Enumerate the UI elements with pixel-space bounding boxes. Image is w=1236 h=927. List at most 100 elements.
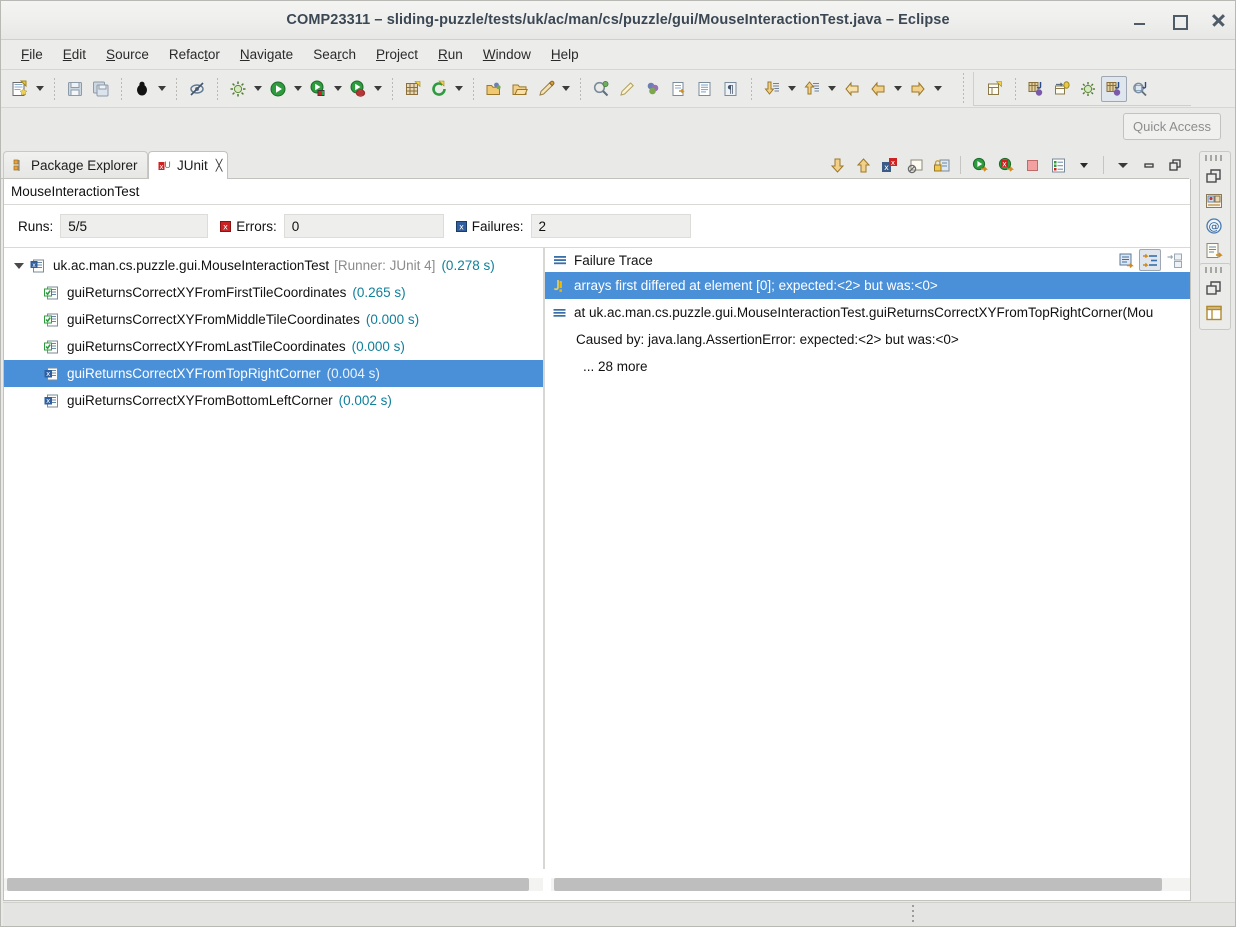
at-sign-icon[interactable]: @ [1205, 217, 1225, 237]
right-scroll-thumb[interactable] [554, 878, 1162, 891]
java-type-hierarchy-icon[interactable] [1127, 76, 1153, 102]
new-java-project-icon[interactable] [982, 76, 1008, 102]
show-whitespace-icon[interactable] [692, 76, 718, 102]
toggle-breakpoint-icon[interactable] [184, 76, 210, 102]
search-icon[interactable] [588, 76, 614, 102]
refresh-icon[interactable] [426, 76, 452, 102]
tab-close-icon[interactable]: ╳ [216, 159, 223, 172]
new-wizard-icon[interactable] [7, 76, 33, 102]
copy-trace-icon[interactable] [1115, 249, 1137, 271]
menu-run[interactable]: Run [428, 44, 473, 65]
previous-failure-icon[interactable] [851, 153, 875, 177]
back-icon[interactable] [865, 76, 891, 102]
debug-last-icon[interactable] [129, 76, 155, 102]
debug-perspective-icon[interactable] [1075, 76, 1101, 102]
tab-package-explorer[interactable]: Package Explorer [3, 151, 148, 179]
failure-trace-pane[interactable]: Failure Trace arrays first differed at e… [545, 247, 1190, 869]
open-task-icon[interactable] [507, 76, 533, 102]
view-menu-icon[interactable] [1111, 153, 1135, 177]
new-wizard-dropdown-icon[interactable] [33, 76, 47, 102]
debug-dropdown-icon[interactable] [155, 76, 169, 102]
fastview-drag-handle[interactable] [1205, 155, 1225, 161]
save-icon[interactable] [62, 76, 88, 102]
run-last-tool-icon[interactable] [305, 76, 331, 102]
rerun-test-icon[interactable] [968, 153, 992, 177]
status-bar-grip[interactable] [912, 905, 914, 923]
right-pane-hscrollbar[interactable] [551, 878, 1190, 891]
previous-annotation-icon[interactable] [799, 76, 825, 102]
test-tree-root-row[interactable]: x uk.ac.man.cs.puzzle.gui.MouseInteracti… [4, 252, 543, 279]
menu-project[interactable]: Project [366, 44, 428, 65]
test-tree-pane[interactable]: x uk.ac.man.cs.puzzle.gui.MouseInteracti… [4, 247, 543, 869]
maximize-button[interactable] [1171, 12, 1188, 30]
external-tools-dropdown-icon[interactable] [251, 76, 265, 102]
pencil-icon[interactable] [614, 76, 640, 102]
run-last-dropdown-icon[interactable] [331, 76, 345, 102]
java-perspective-icon[interactable] [1023, 76, 1049, 102]
run-coverage-icon[interactable] [345, 76, 371, 102]
forward-dropdown-icon[interactable] [931, 76, 945, 102]
minimize-button[interactable] [1132, 12, 1149, 29]
compare-result-icon[interactable] [1163, 249, 1185, 271]
menu-navigate[interactable]: Navigate [230, 44, 303, 65]
view-minimize-icon[interactable] [1137, 153, 1161, 177]
outline-fast-icon[interactable] [1205, 242, 1225, 262]
menu-help[interactable]: Help [541, 44, 589, 65]
test-history-dropdown-icon[interactable] [1072, 153, 1096, 177]
tree-expand-icon[interactable] [12, 259, 26, 273]
failure-trace-row-cause[interactable]: Caused by: java.lang.AssertionError: exp… [545, 326, 1190, 353]
restore-icon[interactable] [1205, 167, 1225, 187]
quick-access-input[interactable]: Quick Access [1123, 113, 1221, 140]
java-browsing-perspective-icon[interactable] [1101, 75, 1127, 102]
scroll-lock-icon[interactable] [903, 153, 927, 177]
test-tree-item[interactable]: guiReturnsCorrectXYFromFirstTileCoordina… [4, 279, 543, 306]
new-java-package-icon[interactable] [400, 76, 426, 102]
menu-source[interactable]: Source [96, 44, 159, 65]
next-annotation-dropdown-icon[interactable] [785, 76, 799, 102]
editor-area-icon[interactable] [1205, 304, 1225, 324]
stop-icon[interactable] [1020, 153, 1044, 177]
fastview-drag-handle[interactable] [1205, 267, 1225, 273]
history-lock-icon[interactable] [929, 153, 953, 177]
left-pane-hscrollbar[interactable] [4, 878, 543, 891]
annotation-dropdown-icon[interactable] [559, 76, 573, 102]
next-failure-icon[interactable] [825, 153, 849, 177]
show-failures-only-icon[interactable]: x x [877, 153, 901, 177]
run-dropdown-icon[interactable] [291, 76, 305, 102]
failure-trace-row-exception[interactable]: arrays first differed at element [0]; ex… [545, 272, 1190, 299]
menu-edit[interactable]: Edit [53, 44, 96, 65]
filter-stack-trace-icon[interactable] [1139, 249, 1161, 271]
rerun-failed-tests-icon[interactable]: x [994, 153, 1018, 177]
restore-icon[interactable] [1205, 279, 1225, 299]
open-type-icon[interactable] [481, 76, 507, 102]
annotation-icon[interactable] [533, 76, 559, 102]
paragraph-mark-icon[interactable]: ¶ [718, 76, 744, 102]
previous-annotation-dropdown-icon[interactable] [825, 76, 839, 102]
close-button[interactable] [1210, 12, 1227, 29]
save-all-icon[interactable] [88, 76, 114, 102]
next-annotation-icon[interactable] [759, 76, 785, 102]
test-tree-item[interactable]: guiReturnsCorrectXYFromLastTileCoordinat… [4, 333, 543, 360]
external-tools-icon[interactable] [225, 76, 251, 102]
forward-icon[interactable] [905, 76, 931, 102]
failure-trace-row-frame[interactable]: at uk.ac.man.cs.puzzle.gui.MouseInteract… [545, 299, 1190, 326]
open-perspective-icon[interactable] [1049, 76, 1075, 102]
open-declaration-icon[interactable] [666, 76, 692, 102]
failure-trace-row-more[interactable]: ... 28 more [545, 353, 1190, 380]
last-edit-location-icon[interactable] [839, 76, 865, 102]
test-tree-item-selected[interactable]: x guiReturnsCorrectXYFromTopRightCorner … [4, 360, 543, 387]
left-scroll-thumb[interactable] [7, 878, 529, 891]
menu-search[interactable]: Search [303, 44, 366, 65]
tab-junit[interactable]: x U JUnit ╳ [148, 151, 228, 179]
run-icon[interactable] [265, 76, 291, 102]
coverage-dropdown-icon[interactable] [371, 76, 385, 102]
test-tree-item[interactable]: guiReturnsCorrectXYFromMiddleTileCoordin… [4, 306, 543, 333]
refresh-dropdown-icon[interactable] [452, 76, 466, 102]
package-explorer-fast-icon[interactable] [1205, 192, 1225, 212]
colors-icon[interactable] [640, 76, 666, 102]
test-run-history-icon[interactable] [1046, 153, 1070, 177]
menu-window[interactable]: Window [473, 44, 541, 65]
menu-file[interactable]: File [11, 44, 53, 65]
test-tree-item[interactable]: x guiReturnsCorrectXYFromBottomLeftCorne… [4, 387, 543, 414]
back-dropdown-icon[interactable] [891, 76, 905, 102]
